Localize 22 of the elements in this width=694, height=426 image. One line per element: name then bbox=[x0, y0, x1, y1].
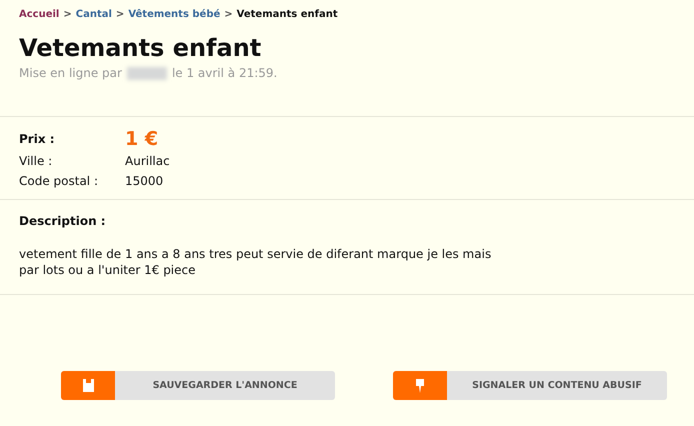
description-heading: Description : bbox=[19, 214, 107, 228]
price-value: 1 € bbox=[125, 128, 160, 150]
detail-label: Prix : bbox=[19, 132, 56, 146]
listing-title: Vetemants enfant bbox=[19, 34, 262, 62]
posted-date: le 1 avril à 21:59. bbox=[172, 66, 278, 80]
breadcrumb-link[interactable]: Cantal bbox=[76, 9, 112, 20]
breadcrumb-link[interactable]: Accueil bbox=[19, 9, 60, 20]
detail-label: Ville : bbox=[19, 154, 54, 168]
breadcrumb-current: Vetemants enfant bbox=[236, 9, 338, 20]
breadcrumb-separator: > bbox=[116, 9, 124, 20]
breadcrumb-separator: > bbox=[63, 9, 72, 20]
detail-label: Code postal : bbox=[19, 174, 99, 188]
report-button[interactable]: SIGNALER UN CONTENU ABUSIF bbox=[393, 371, 667, 400]
detail-value: Aurillac bbox=[125, 154, 171, 168]
detail-value: 15000 bbox=[125, 174, 164, 188]
save-listing-button[interactable]: SAUVEGARDER L'ANNONCE bbox=[61, 371, 335, 400]
pin-icon bbox=[416, 378, 424, 392]
posted-prefix: Mise en ligne par bbox=[19, 66, 122, 80]
floppy-icon bbox=[82, 379, 94, 392]
description-text: vetement fille de 1 ans a 8 ans tres peut servie de diferant marque je les mais par lots ou a l'uniter 1€ piece bbox=[19, 246, 492, 278]
breadcrumb-link[interactable]: Vêtements bébé bbox=[128, 9, 220, 20]
breadcrumb-separator: > bbox=[224, 9, 233, 20]
